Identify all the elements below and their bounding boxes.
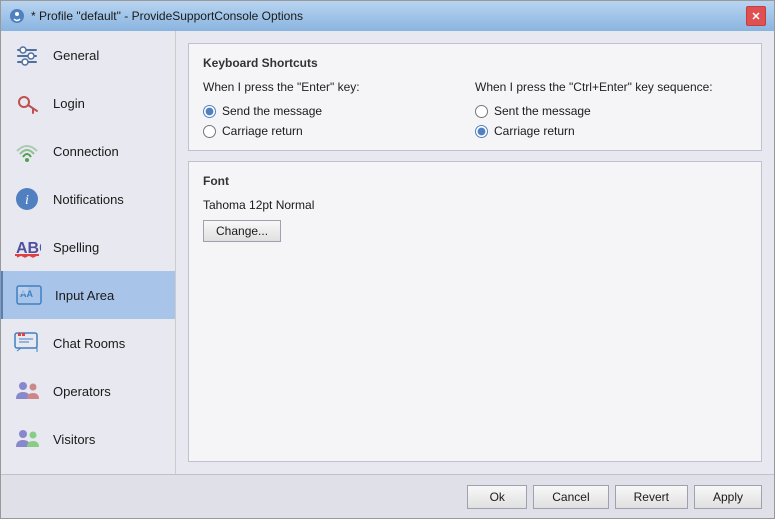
- send-ctrl-radio[interactable]: [475, 105, 488, 118]
- sidebar-item-input-area[interactable]: AA Input Area: [1, 271, 175, 319]
- keyboard-grid: When I press the "Enter" key: Send the m…: [203, 80, 747, 138]
- keyboard-shortcuts-panel: Keyboard Shortcuts When I press the "Ent…: [188, 43, 762, 151]
- cancel-button[interactable]: Cancel: [533, 485, 608, 509]
- carriage-ctrl-row: Carriage return: [475, 124, 747, 138]
- carriage-enter-row: Carriage return: [203, 124, 475, 138]
- info-icon: i: [11, 183, 43, 215]
- visitors-icon: [11, 423, 43, 455]
- close-button[interactable]: ✕: [746, 6, 766, 26]
- font-panel: Font Tahoma 12pt Normal Change...: [188, 161, 762, 462]
- send-ctrl-label: Sent the message: [494, 104, 591, 118]
- enter-key-label: When I press the "Enter" key:: [203, 80, 475, 94]
- send-enter-radio[interactable]: [203, 105, 216, 118]
- sidebar-label-input-area: Input Area: [55, 288, 114, 303]
- main-window: * Profile "default" - ProvideSupportCons…: [0, 0, 775, 519]
- window-title: * Profile "default" - ProvideSupportCons…: [31, 9, 303, 23]
- ok-button[interactable]: Ok: [467, 485, 527, 509]
- sliders-icon: [11, 39, 43, 71]
- sidebar-item-general[interactable]: General: [1, 31, 175, 79]
- bottom-bar: Ok Cancel Revert Apply: [1, 474, 774, 518]
- revert-button[interactable]: Revert: [615, 485, 688, 509]
- sidebar-item-visitors[interactable]: Visitors: [1, 415, 175, 463]
- carriage-ctrl-label: Carriage return: [494, 124, 575, 138]
- sidebar-label-spelling: Spelling: [53, 240, 99, 255]
- input-icon: AA: [13, 279, 45, 311]
- sidebar-scroll[interactable]: General Login: [1, 31, 175, 474]
- sidebar-item-chat-rooms[interactable]: Chat Rooms: [1, 319, 175, 367]
- font-value: Tahoma 12pt Normal: [203, 198, 747, 212]
- keyboard-shortcuts-title: Keyboard Shortcuts: [203, 56, 747, 70]
- chat-icon: [11, 327, 43, 359]
- sidebar-item-operators[interactable]: Operators: [1, 367, 175, 415]
- sidebar-label-visitors: Visitors: [53, 432, 95, 447]
- carriage-enter-radio[interactable]: [203, 125, 216, 138]
- kb-column-left: When I press the "Enter" key: Send the m…: [203, 80, 475, 138]
- kb-column-right: When I press the "Ctrl+Enter" key sequen…: [475, 80, 747, 138]
- sidebar-label-notifications: Notifications: [53, 192, 124, 207]
- sidebar-item-notifications[interactable]: i Notifications: [1, 175, 175, 223]
- sidebar-label-chat-rooms: Chat Rooms: [53, 336, 125, 351]
- send-ctrl-row: Sent the message: [475, 104, 747, 118]
- main-content: General Login: [1, 31, 774, 474]
- sidebar-item-connection[interactable]: Connection: [1, 127, 175, 175]
- operators-icon: [11, 375, 43, 407]
- title-bar-left: * Profile "default" - ProvideSupportCons…: [9, 8, 303, 24]
- content-area: Keyboard Shortcuts When I press the "Ent…: [176, 31, 774, 474]
- sidebar-item-login[interactable]: Login: [1, 79, 175, 127]
- sidebar-label-connection: Connection: [53, 144, 119, 159]
- ctrl-enter-label: When I press the "Ctrl+Enter" key sequen…: [475, 80, 747, 94]
- title-bar: * Profile "default" - ProvideSupportCons…: [1, 1, 774, 31]
- sidebar-label-operators: Operators: [53, 384, 111, 399]
- app-icon: [9, 8, 25, 24]
- sidebar-label-general: General: [53, 48, 99, 63]
- sidebar-item-spelling[interactable]: ABC Spelling: [1, 223, 175, 271]
- send-enter-label: Send the message: [222, 104, 322, 118]
- sidebar-item-geo-location[interactable]: Geo-Location: [1, 463, 175, 474]
- sidebar: General Login: [1, 31, 176, 474]
- font-title: Font: [203, 174, 747, 188]
- sidebar-label-login: Login: [53, 96, 85, 111]
- change-font-button[interactable]: Change...: [203, 220, 281, 242]
- svg-text:i: i: [25, 193, 29, 208]
- carriage-enter-label: Carriage return: [222, 124, 303, 138]
- key-icon: [11, 87, 43, 119]
- wifi-icon: [11, 135, 43, 167]
- spelling-icon: ABC: [11, 231, 43, 263]
- apply-button[interactable]: Apply: [694, 485, 762, 509]
- carriage-ctrl-radio[interactable]: [475, 125, 488, 138]
- send-enter-row: Send the message: [203, 104, 475, 118]
